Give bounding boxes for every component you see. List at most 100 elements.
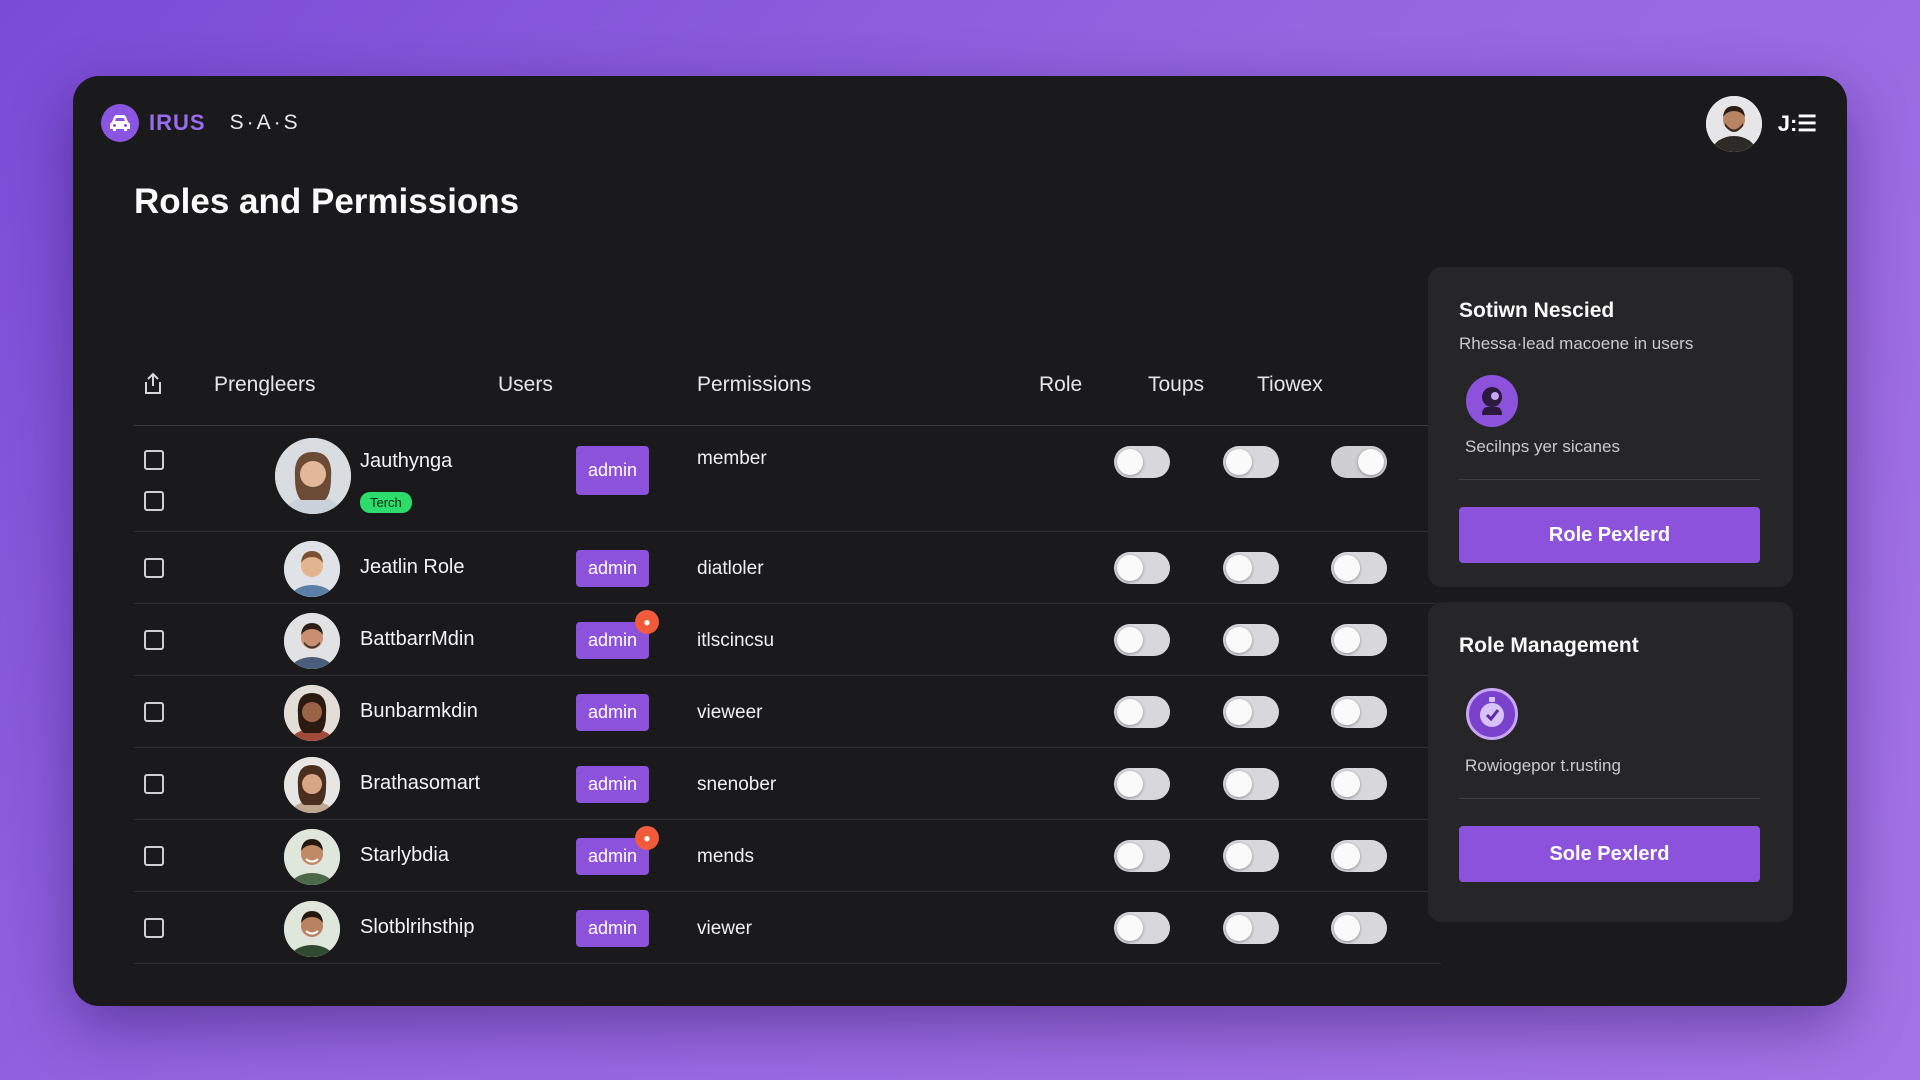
notification-dot: ●	[635, 826, 660, 850]
permission-value: vieweer	[697, 702, 763, 723]
brand[interactable]: IRUS S·A·S	[101, 104, 301, 142]
tiowex-toggle[interactable]	[1331, 624, 1387, 656]
permission-value: snenober	[697, 774, 777, 795]
avatar	[284, 829, 340, 885]
permission-value: member	[697, 448, 767, 469]
card-title: Sotiwn Nescied	[1459, 299, 1615, 322]
role-toggle[interactable]	[1114, 446, 1170, 478]
row-checkbox[interactable]	[144, 846, 164, 866]
table-row[interactable]: Starlybdia admin ● mends	[134, 820, 1441, 892]
table-row[interactable]: Brathasomart admin snenober	[134, 748, 1441, 820]
table-row[interactable]: Slotblrihsthip admin viewer	[134, 892, 1441, 964]
row-checkbox[interactable]	[144, 558, 164, 578]
avatar	[284, 613, 340, 669]
role-badge[interactable]: admin ●	[576, 610, 660, 659]
role-badge-label: admin	[588, 630, 638, 650]
toups-toggle[interactable]	[1223, 840, 1279, 872]
avatar	[284, 685, 340, 741]
brand-name: IRUS	[149, 110, 206, 135]
row-checkbox[interactable]	[144, 774, 164, 794]
notification-dot: ●	[635, 610, 660, 634]
user-area: J:☰	[1705, 96, 1817, 152]
table-row[interactable]: Bunbarmkdin admin vieweer	[134, 676, 1441, 748]
role-toggle[interactable]	[1114, 696, 1170, 728]
team-tag: Terch	[360, 492, 412, 513]
table-header: Prengleers Users Permissions Role Toups …	[134, 344, 1441, 426]
role-badge[interactable]: admin	[576, 694, 650, 731]
user-name[interactable]: BattbarrMdin	[360, 628, 475, 651]
role-badge[interactable]: admin	[576, 446, 650, 495]
role-badge-label: admin	[588, 846, 638, 866]
table-row[interactable]: Jauthynga Terch admin member	[134, 426, 1441, 532]
role-badge[interactable]: admin	[576, 910, 650, 947]
role-toggle[interactable]	[1114, 768, 1170, 800]
user-menu[interactable]: J:☰	[1778, 111, 1817, 137]
permission-value: mends	[697, 846, 755, 867]
avatar	[284, 757, 340, 813]
toups-toggle[interactable]	[1223, 696, 1279, 728]
user-name[interactable]: Jauthynga	[360, 450, 452, 473]
row-checkbox[interactable]	[144, 450, 164, 470]
row-checkbox[interactable]	[144, 918, 164, 938]
card-title: Role Management	[1459, 634, 1639, 657]
share-icon[interactable]	[142, 372, 164, 401]
car-logo-icon	[101, 104, 139, 142]
card-caption: Rowiogepor t.rusting	[1465, 756, 1621, 775]
role-toggle[interactable]	[1114, 552, 1170, 584]
role-toggle[interactable]	[1114, 912, 1170, 944]
permission-value: diatloler	[697, 558, 764, 579]
tiowex-toggle[interactable]	[1331, 840, 1387, 872]
avatar	[284, 541, 340, 597]
user-circle-icon	[1466, 375, 1518, 427]
sole-pexlerd-button[interactable]: Sole Pexlerd	[1459, 826, 1760, 882]
avatar	[284, 901, 340, 957]
col-header-permissions[interactable]: Permissions	[697, 373, 811, 397]
role-badge[interactable]: admin	[576, 766, 650, 803]
tiowex-toggle[interactable]	[1331, 552, 1387, 584]
col-header-tiowex[interactable]: Tiowex	[1257, 373, 1323, 397]
tiowex-toggle[interactable]	[1331, 446, 1387, 478]
toups-toggle[interactable]	[1223, 768, 1279, 800]
brand-subtitle: S·A·S	[229, 111, 301, 134]
user-name[interactable]: Slotblrihsthip	[360, 916, 475, 939]
tiowex-toggle[interactable]	[1331, 696, 1387, 728]
row-checkbox[interactable]	[144, 630, 164, 650]
role-badge[interactable]: admin	[576, 550, 650, 587]
col-header-toups[interactable]: Toups	[1148, 373, 1204, 397]
tiowex-toggle[interactable]	[1331, 768, 1387, 800]
col-header-users[interactable]: Users	[498, 373, 553, 397]
role-pexlerd-button[interactable]: Role Pexlerd	[1459, 507, 1760, 563]
tiowex-toggle[interactable]	[1331, 912, 1387, 944]
divider	[1459, 798, 1760, 799]
permissions-table: Prengleers Users Permissions Role Toups …	[134, 344, 1441, 964]
user-name[interactable]: Brathasomart	[360, 772, 480, 795]
role-badge[interactable]: admin ●	[576, 826, 660, 875]
row-checkbox[interactable]	[144, 702, 164, 722]
permission-value: itlscincsu	[697, 630, 775, 651]
toups-toggle[interactable]	[1223, 624, 1279, 656]
permission-value: viewer	[697, 918, 752, 939]
role-management-card: Role Management Rowiogepor t.rusting Sol…	[1428, 602, 1793, 922]
row-checkbox-secondary[interactable]	[144, 491, 164, 511]
table-row[interactable]: Jeatlin Role admin diatloler	[134, 532, 1441, 604]
table-row[interactable]: BattbarrMdin admin ● itlscincsu	[134, 604, 1441, 676]
card-subtitle: Rhessa·lead macoene in users	[1459, 334, 1694, 353]
col-header-prengleers[interactable]: Prengleers	[214, 373, 316, 397]
page-title: Roles and Permissions	[134, 182, 520, 221]
toups-toggle[interactable]	[1223, 912, 1279, 944]
role-toggle[interactable]	[1114, 624, 1170, 656]
user-avatar[interactable]	[1705, 96, 1762, 152]
card-caption: Secilnps yer sicanes	[1465, 437, 1620, 456]
user-name[interactable]: Jeatlin Role	[360, 556, 465, 579]
toups-toggle[interactable]	[1223, 446, 1279, 478]
toups-toggle[interactable]	[1223, 552, 1279, 584]
col-header-role[interactable]: Role	[1039, 373, 1082, 397]
role-toggle[interactable]	[1114, 840, 1170, 872]
divider	[1459, 479, 1760, 480]
clock-check-icon	[1466, 688, 1518, 740]
app-window: IRUS S·A·S J:☰ Roles and Permissions Pre…	[73, 76, 1847, 1006]
user-name[interactable]: Bunbarmkdin	[360, 700, 478, 723]
user-name[interactable]: Starlybdia	[360, 844, 449, 867]
settings-card: Sotiwn Nescied Rhessa·lead macoene in us…	[1428, 267, 1793, 587]
avatar	[275, 438, 351, 514]
